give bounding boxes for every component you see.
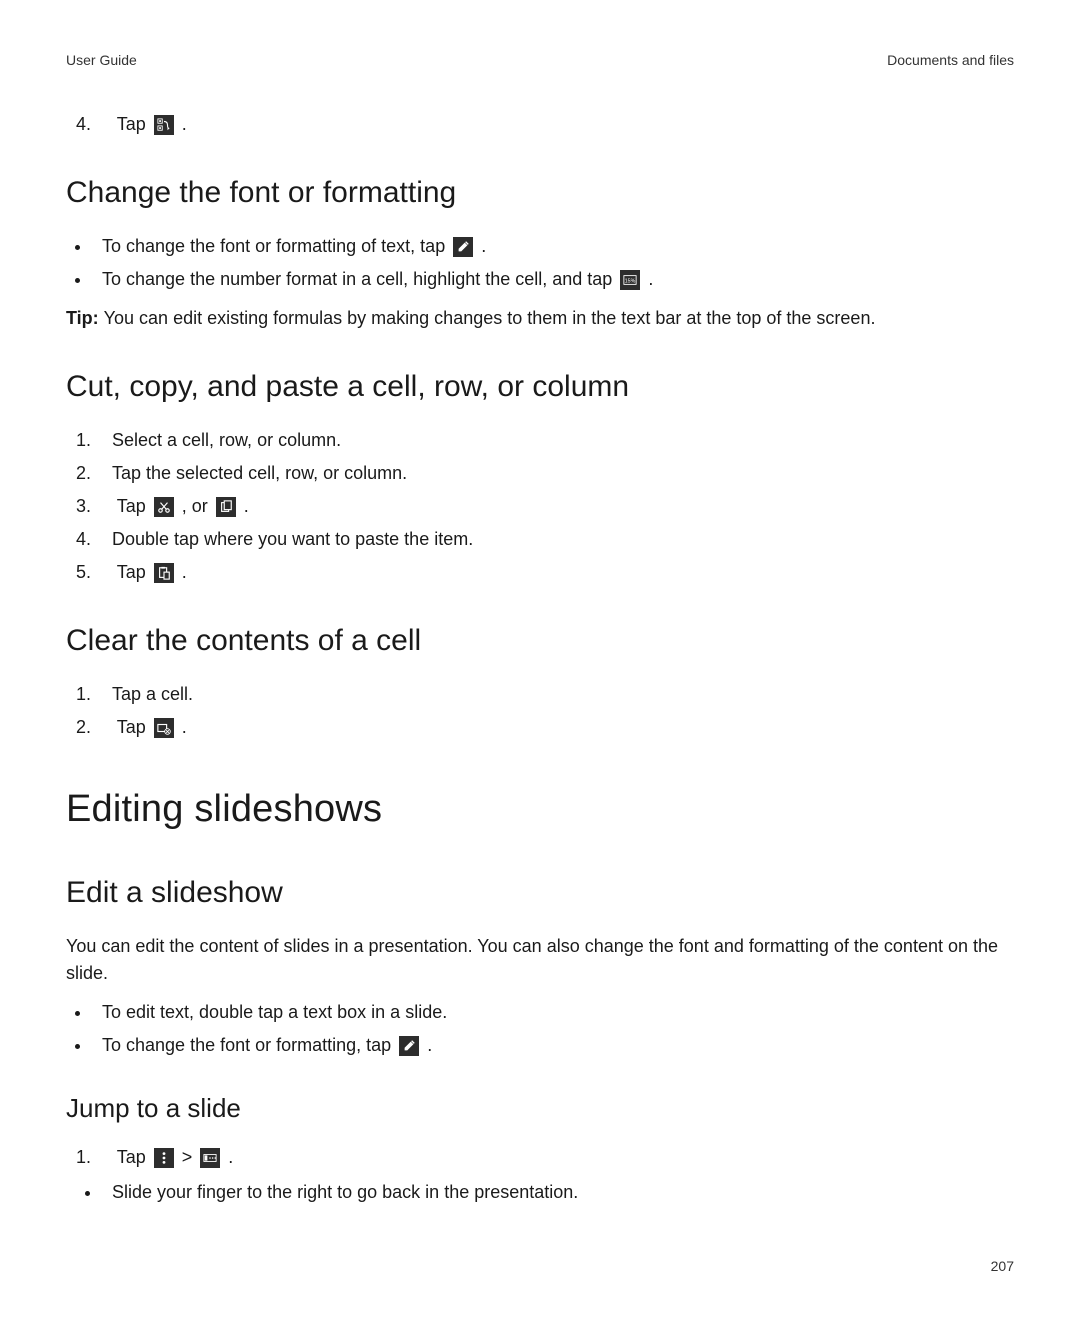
clear-step-1: Tap a cell. (66, 681, 1014, 708)
heading-editing-slideshows: Editing slideshows (66, 781, 1014, 838)
number-format-icon: 15% (620, 270, 640, 290)
more-vertical-icon (154, 1148, 174, 1168)
cut-step-3: Tap , or . (66, 493, 1014, 520)
font-bullet-list: To change the font or formatting of text… (66, 233, 1014, 293)
jump-sub-1: Slide your finger to the right to go bac… (102, 1179, 1014, 1206)
jump-step-1: Tap > . Slide your finger to the right t… (66, 1144, 1014, 1206)
heading-cut-copy-paste: Cut, copy, and paste a cell, row, or col… (66, 364, 1014, 409)
header-right: Documents and files (887, 50, 1014, 71)
clear-step-2: Tap . (66, 714, 1014, 741)
cut-steps-list: Select a cell, row, or column. Tap the s… (66, 427, 1014, 586)
jump-steps-list: Tap > . Slide your finger to the right t… (66, 1144, 1014, 1206)
qr-share-icon (154, 115, 174, 135)
heading-change-font: Change the font or formatting (66, 170, 1014, 215)
cut-step-5: Tap . (66, 559, 1014, 586)
paste-icon (154, 563, 174, 583)
heading-edit-slideshow: Edit a slideshow (66, 870, 1014, 915)
cut-step-2: Tap the selected cell, row, or column. (66, 460, 1014, 487)
step-4: Tap . (66, 111, 1014, 138)
heading-clear-cell: Clear the contents of a cell (66, 618, 1014, 663)
edit-slideshow-paragraph: You can edit the content of slides in a … (66, 933, 1014, 987)
svg-text:15%: 15% (625, 279, 636, 285)
tip-paragraph: Tip: You can edit existing formulas by m… (66, 305, 1014, 332)
edit-slideshow-bullets: To edit text, double tap a text box in a… (66, 999, 1014, 1059)
filmstrip-icon (200, 1148, 220, 1168)
copy-icon (216, 497, 236, 517)
step-4-list: Tap . (66, 111, 1014, 138)
page-number: 207 (66, 1256, 1014, 1277)
cut-step-4: Double tap where you want to paste the i… (66, 526, 1014, 553)
page-header: User Guide Documents and files (66, 50, 1014, 71)
tip-label: Tip: (66, 308, 104, 328)
font-bullet-1: To change the font or formatting of text… (92, 233, 1014, 260)
edit-slide-bullet-2: To change the font or formatting, tap . (92, 1032, 1014, 1059)
font-bullet-2: To change the number format in a cell, h… (92, 266, 1014, 293)
edit-slide-bullet-1: To edit text, double tap a text box in a… (92, 999, 1014, 1026)
edit-pen-icon (399, 1036, 419, 1056)
cut-step-1: Select a cell, row, or column. (66, 427, 1014, 454)
tip-text: You can edit existing formulas by making… (104, 308, 876, 328)
edit-pen-icon (453, 237, 473, 257)
jump-sub-list: Slide your finger to the right to go bac… (76, 1179, 1014, 1206)
header-left: User Guide (66, 50, 137, 71)
cut-icon (154, 497, 174, 517)
heading-jump-to-slide: Jump to a slide (66, 1089, 1014, 1128)
clear-steps-list: Tap a cell. Tap . (66, 681, 1014, 741)
clear-cell-icon (154, 718, 174, 738)
